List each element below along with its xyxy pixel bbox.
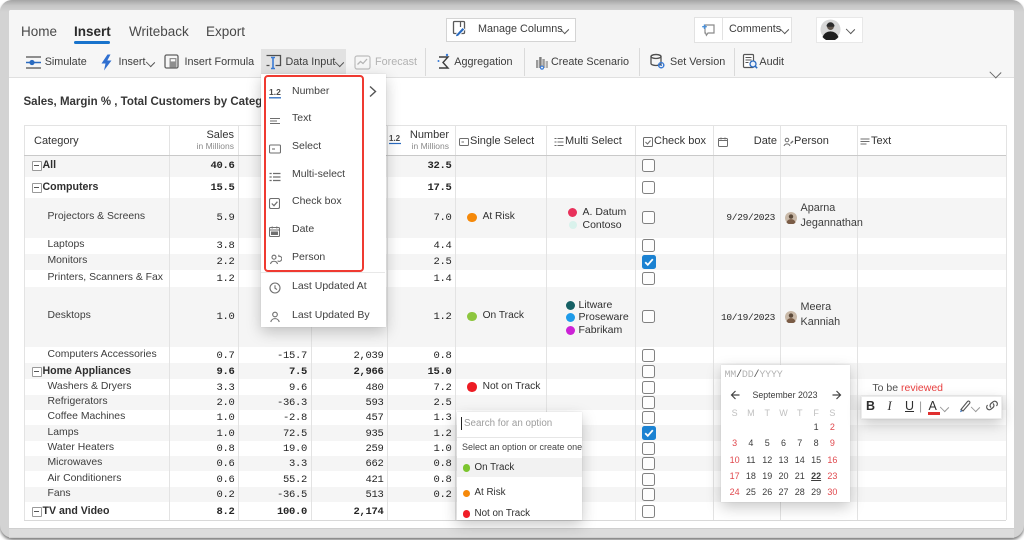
svg-text:1.2: 1.2: [269, 87, 281, 97]
